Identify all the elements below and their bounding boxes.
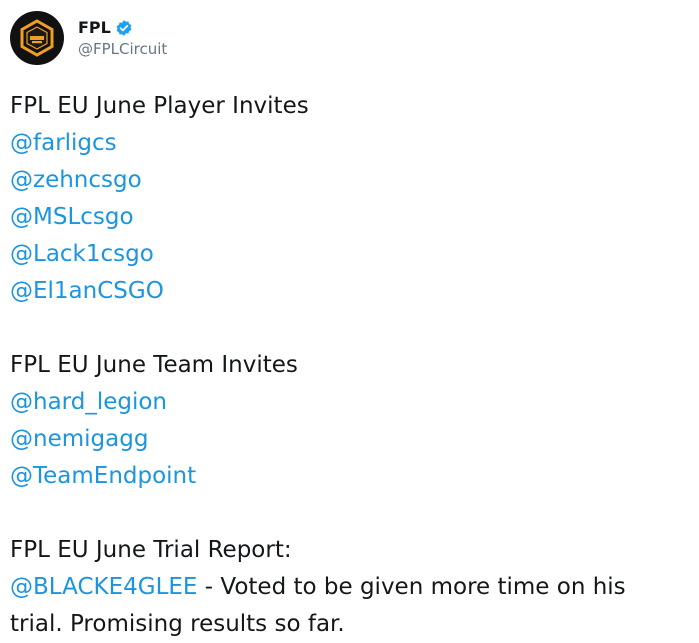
trial-report-text: - Voted to be given more time on his xyxy=(197,574,626,600)
section-heading-trial-report: FPL EU June Trial Report: xyxy=(10,537,292,563)
mention-link[interactable]: @farligcs xyxy=(10,125,692,162)
mention-link[interactable]: @Lack1csgo xyxy=(10,236,692,273)
tweet-header: FPL @FPLCircuit xyxy=(10,10,167,66)
mention-link[interactable]: @TeamEndpoint xyxy=(10,458,692,495)
mention-link[interactable]: @BLACKE4GLEE xyxy=(10,574,197,600)
trial-report-text-cont: trial. Promising results so far. xyxy=(10,611,345,637)
display-name[interactable]: FPL xyxy=(78,18,111,38)
section-heading-player-invites: FPL EU June Player Invites xyxy=(10,93,309,119)
avatar[interactable] xyxy=(10,11,64,65)
section-heading-team-invites: FPL EU June Team Invites xyxy=(10,352,298,378)
account-names: FPL @FPLCircuit xyxy=(78,18,167,59)
trial-report-line: @BLACKE4GLEE - Voted to be given more ti… xyxy=(10,569,692,606)
mention-link[interactable]: @El1anCSGO xyxy=(10,273,692,310)
mention-link[interactable]: @zehncsgo xyxy=(10,162,692,199)
mention-link[interactable]: @hard_legion xyxy=(10,384,692,421)
mention-link[interactable]: @nemigagg xyxy=(10,421,692,458)
display-name-row[interactable]: FPL xyxy=(78,18,167,38)
mention-link[interactable]: @MSLcsgo xyxy=(10,199,692,236)
tweet-text: FPL EU June Player Invites @farligcs @ze… xyxy=(10,88,692,643)
fpl-logo-icon xyxy=(20,19,54,57)
tweet: FPL @FPLCircuit FPL EU June Player Invit… xyxy=(0,0,699,642)
verified-badge-icon xyxy=(115,19,133,37)
account-handle[interactable]: @FPLCircuit xyxy=(78,39,167,59)
